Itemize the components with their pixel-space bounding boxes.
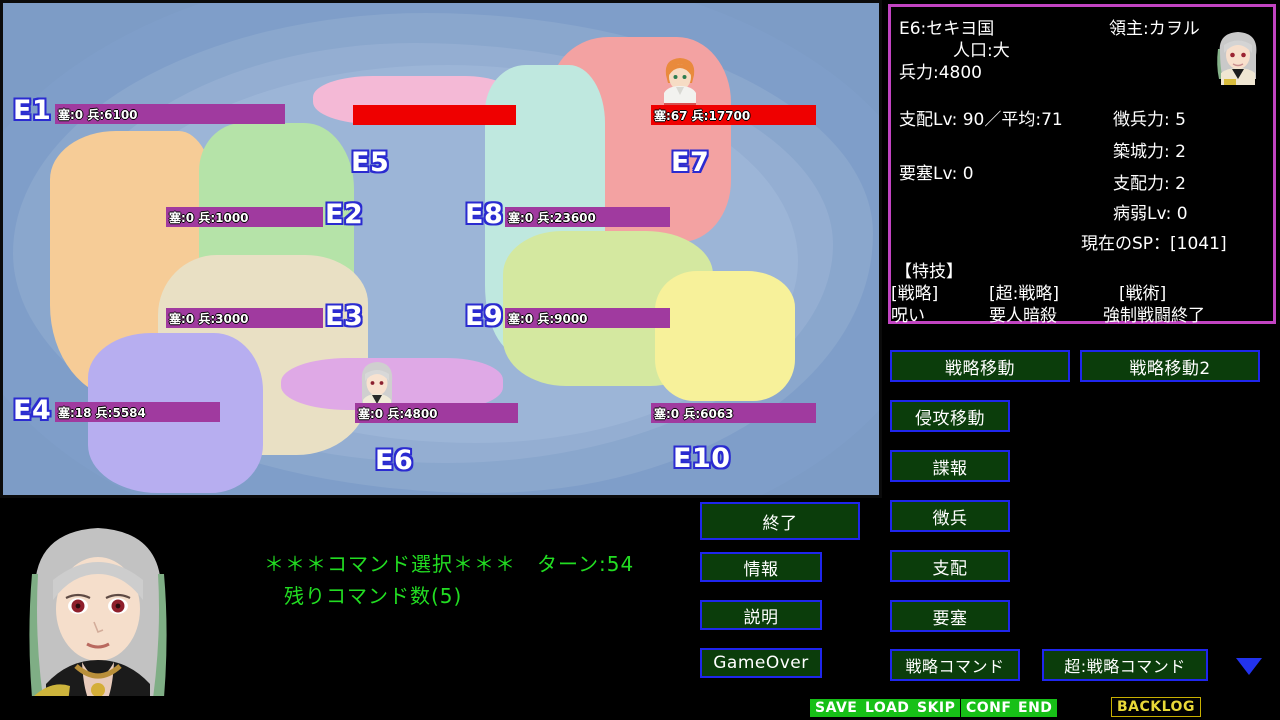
- territory-bar-e7[interactable]: 塞:67 兵:17700: [651, 105, 816, 125]
- strategy-command-button[interactable]: 戦略コマンド: [890, 649, 1020, 681]
- territory-bar-text-e7: 塞:67 兵:17700: [654, 108, 751, 123]
- territory-bar-text-e4: 塞:18 兵:5584: [58, 405, 146, 420]
- end-button[interactable]: END: [1013, 699, 1058, 717]
- territory-bar-text-e9: 塞:0 兵:9000: [508, 311, 588, 326]
- territory-bar-text-e6: 塞:0 兵:4800: [358, 406, 438, 421]
- territory-bar-text-e10: 塞:0 兵:6063: [654, 406, 734, 421]
- intel-button[interactable]: 諜報: [890, 450, 1010, 482]
- territory-label-e3: E3: [325, 301, 364, 332]
- territory-bar-text-e3: 塞:0 兵:3000: [169, 311, 249, 326]
- system-bar: SAVE LOAD SKIP CONF END BACKLOG: [0, 696, 1280, 720]
- character-portrait: [8, 514, 188, 719]
- conf-button[interactable]: CONF: [961, 699, 1017, 717]
- invade-move-button[interactable]: 侵攻移動: [890, 400, 1010, 432]
- info-fort-level: 要塞Lv: 0: [899, 164, 974, 184]
- territory-region-e10[interactable]: [655, 271, 795, 401]
- territory-label-e10: E10: [673, 443, 731, 474]
- gameover-button[interactable]: GameOver: [700, 648, 822, 678]
- territory-bar-text-e1: 塞:0 兵:6100: [58, 107, 138, 122]
- load-button[interactable]: LOAD: [860, 699, 915, 717]
- territory-label-e2: E2: [325, 199, 364, 230]
- info-troops: 兵力:4800: [899, 63, 982, 83]
- territory-bar-e1[interactable]: 塞:0 兵:6100: [55, 104, 285, 124]
- end-turn-button[interactable]: 終了: [700, 502, 860, 540]
- message-line-1: ＊＊＊コマンド選択＊＊＊ ターン:54: [264, 552, 635, 576]
- info-rule-power: 支配力: 2: [1113, 174, 1186, 194]
- territory-label-e9: E9: [465, 301, 504, 332]
- territory-bar-e2[interactable]: 塞:0 兵:1000: [166, 207, 323, 227]
- info-conscript: 徴兵力: 5: [1113, 110, 1186, 130]
- territory-bar-e10[interactable]: 塞:0 兵:6063: [651, 403, 816, 423]
- unit-sprite-e7[interactable]: [658, 53, 702, 109]
- strategic-move2-button[interactable]: 戦略移動2: [1080, 350, 1260, 382]
- territory-bar-text-e2: 塞:0 兵:1000: [169, 210, 249, 225]
- help-button[interactable]: 説明: [700, 600, 822, 630]
- territory-label-e5: E5: [351, 147, 390, 178]
- info-lord-name: 領主:カヲル: [1109, 19, 1200, 39]
- territory-bar-e3[interactable]: 塞:0 兵:3000: [166, 308, 323, 328]
- conscript-button[interactable]: 徴兵: [890, 500, 1010, 532]
- advance-arrow-icon[interactable]: [1236, 658, 1262, 675]
- territory-label-e6: E6: [375, 445, 414, 476]
- strategic-move-button[interactable]: 戦略移動: [890, 350, 1070, 382]
- territory-info-panel: E6:セキヨ国 領主:カヲル 人口:大 兵力:4800 支配Lv: 90／平均:…: [888, 4, 1276, 326]
- info-current-sp: 現在のSP：[1041]: [1081, 234, 1227, 254]
- world-map[interactable]: E1 塞:0 兵:6100 E2 塞:0 兵:1000 E3 塞:0 兵:300…: [0, 0, 882, 498]
- message-line-2: 残りコマンド数(5): [284, 584, 463, 608]
- skip-button[interactable]: SKIP: [912, 699, 961, 717]
- info-build-power: 築城力: 2: [1113, 142, 1186, 162]
- backlog-button[interactable]: BACKLOG: [1111, 697, 1201, 717]
- info-skill-super-strategy: 要人暗殺: [989, 306, 1057, 326]
- territory-bar-text-e8: 塞:0 兵:23600: [508, 210, 596, 225]
- save-button[interactable]: SAVE: [810, 699, 863, 717]
- info-skill-tactics: 強制戦闘終了: [1103, 306, 1205, 326]
- info-rule-level: 支配Lv: 90／平均:71: [899, 110, 1063, 130]
- territory-label-e4: E4: [13, 395, 52, 426]
- territory-bar-e9[interactable]: 塞:0 兵:9000: [505, 308, 670, 328]
- territory-bar-e6[interactable]: 塞:0 兵:4800: [355, 403, 518, 423]
- territory-label-e1: E1: [13, 95, 52, 126]
- territory-bar-e4[interactable]: 塞:18 兵:5584: [55, 402, 220, 422]
- info-button[interactable]: 情報: [700, 552, 822, 582]
- territory-bar-e5[interactable]: [353, 105, 516, 125]
- territory-label-e7: E7: [671, 147, 710, 178]
- super-strategy-command-button[interactable]: 超:戦略コマンド: [1042, 649, 1208, 681]
- territory-bar-e8[interactable]: 塞:0 兵:23600: [505, 207, 670, 227]
- info-sick-level: 病弱Lv: 0: [1113, 204, 1188, 224]
- info-skill-strategy: 呪い: [891, 306, 925, 326]
- rule-button[interactable]: 支配: [890, 550, 1010, 582]
- lord-portrait-avatar: [1211, 29, 1265, 85]
- fortress-button[interactable]: 要塞: [890, 600, 1010, 632]
- game-window: E1 塞:0 兵:6100 E2 塞:0 兵:1000 E3 塞:0 兵:300…: [0, 0, 1280, 720]
- territory-label-e8: E8: [465, 199, 504, 230]
